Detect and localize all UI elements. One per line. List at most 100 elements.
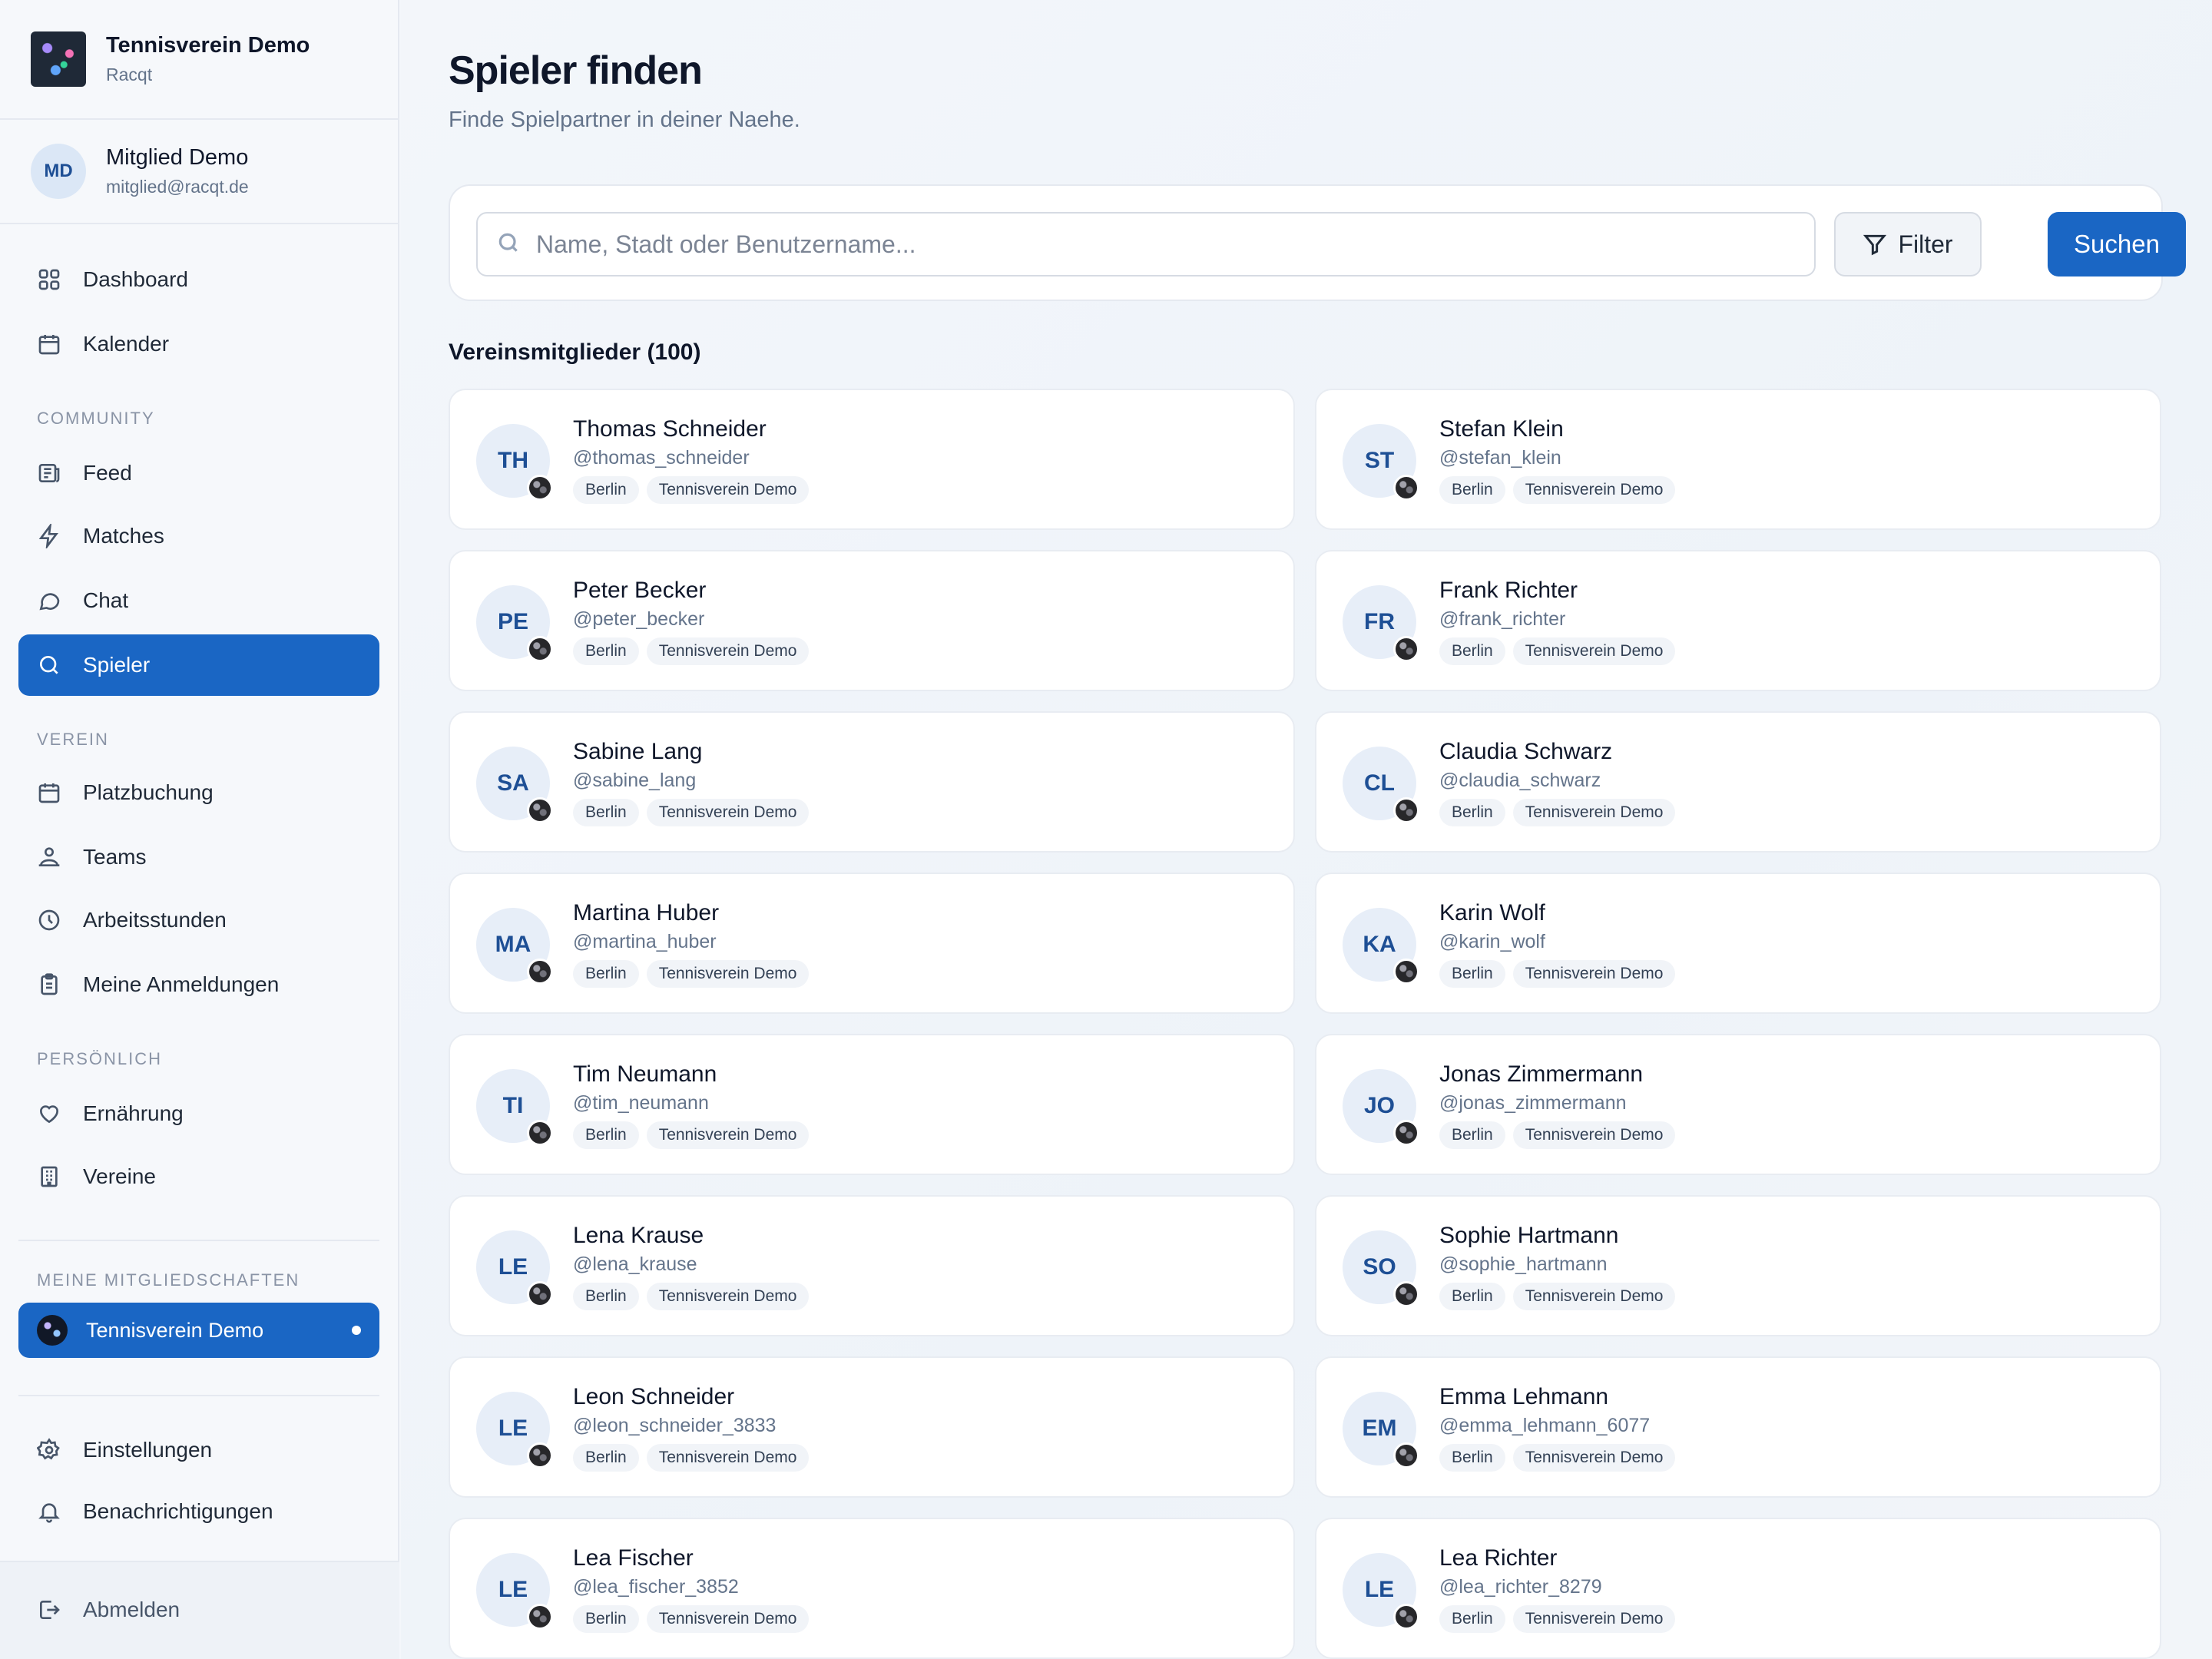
sidebar-item-anmeldungen[interactable]: Meine Anmeldungen (18, 954, 379, 1015)
club-name: Tennisverein Demo (106, 33, 310, 58)
player-name: Jonas Zimmermann (1439, 1061, 1644, 1087)
player-tags: Berlin Tennisverein Demo (573, 1605, 810, 1633)
sidebar-item-benachrichtigungen[interactable]: Benachrichtigungen (18, 1481, 379, 1542)
player-card[interactable]: LE Lea Richter @lea_richter_8279 Berlin Tenn… (1315, 1518, 2161, 1659)
sidebar-divider (18, 1395, 379, 1396)
player-card[interactable]: LE Lena Krause @lena_krause Berlin Tennisver… (449, 1195, 1295, 1336)
player-name: Tim Neumann (573, 1061, 717, 1087)
player-card[interactable]: TI Tim Neumann @tim_neumann Berlin Tennisver… (449, 1034, 1295, 1175)
search-field[interactable] (476, 212, 1816, 276)
sidebar-item-kalender[interactable]: Kalender (18, 313, 379, 375)
sidebar-item-platzbuchung[interactable]: Platzbuchung (18, 762, 379, 823)
player-card[interactable]: PE Peter Becker @peter_becker Berlin Tennisv… (449, 550, 1295, 691)
city-tag: Berlin (1439, 476, 1505, 504)
city-tag: Berlin (573, 960, 639, 988)
player-tags: Berlin Tennisverein Demo (1439, 960, 1676, 988)
user-profile[interactable]: MD Mitglied Demo mitglied@racqt.de (0, 120, 398, 224)
sidebar-item-label: Platzbuchung (83, 780, 214, 804)
club-tag: Tennisverein Demo (646, 799, 810, 826)
player-card[interactable]: TH Thomas Schneider @thomas_schneider Berli… (449, 389, 1295, 530)
club-badge-icon (1393, 636, 1419, 662)
search-icon (37, 653, 61, 677)
chat-bubble-icon (37, 588, 61, 613)
city-tag: Berlin (1439, 799, 1505, 826)
app-brand: Racqt (106, 65, 153, 84)
sidebar-item-label: Matches (83, 524, 164, 548)
sidebar-item-label: Teams (83, 845, 147, 869)
player-card[interactable]: ST Stefan Klein @stefan_klein Berlin Tennisv… (1315, 389, 2161, 530)
sidebar-item-teams[interactable]: Teams (18, 826, 379, 888)
user-email: mitglied@racqt.de (106, 177, 249, 197)
player-tags: Berlin Tennisverein Demo (573, 476, 810, 504)
filter-button[interactable]: Filter (1834, 212, 1982, 276)
clipboard-icon (37, 972, 61, 997)
sidebar-item-chat[interactable]: Chat (18, 570, 379, 631)
sidebar-item-einstellungen[interactable]: Einstellungen (18, 1419, 379, 1481)
player-tags: Berlin Tennisverein Demo (1439, 476, 1676, 504)
player-username: @jonas_zimmermann (1439, 1092, 1627, 1114)
club-tag: Tennisverein Demo (646, 1283, 810, 1310)
player-tags: Berlin Tennisverein Demo (1439, 799, 1676, 826)
sidebar-item-spieler[interactable]: Spieler (18, 634, 379, 696)
section-label-verein: VEREIN (37, 730, 109, 749)
city-tag: Berlin (1439, 1283, 1505, 1310)
player-card[interactable]: SA Sabine Lang @sabine_lang Berlin Tennisver… (449, 711, 1295, 853)
player-card[interactable]: JO Jonas Zimmermann @jonas_zimmermann Berli… (1315, 1034, 2161, 1175)
player-username: @peter_becker (573, 608, 705, 630)
player-card[interactable]: LE Leon Schneider @leon_schneider_3833 Berl… (449, 1356, 1295, 1498)
city-tag: Berlin (573, 1121, 639, 1149)
club-logo (37, 1315, 68, 1346)
player-card[interactable]: EM Emma Lehmann @emma_lehmann_6077 Berlin Te… (1315, 1356, 2161, 1498)
club-tag: Tennisverein Demo (1512, 799, 1676, 826)
player-username: @emma_lehmann_6077 (1439, 1415, 1651, 1436)
page-subtitle: Finde Spielpartner in deiner Naehe. (449, 108, 800, 132)
logout-button[interactable]: Abmelden (18, 1579, 379, 1641)
player-tags: Berlin Tennisverein Demo (1439, 1283, 1676, 1310)
search-input[interactable] (536, 230, 1765, 259)
sidebar-item-dashboard[interactable]: Dashboard (18, 249, 379, 310)
club-badge-icon (1393, 1442, 1419, 1469)
club-badge-icon (527, 475, 553, 501)
player-card[interactable]: CL Claudia Schwarz @claudia_schwarz Berlin T… (1315, 711, 2161, 853)
player-tags: Berlin Tennisverein Demo (1439, 637, 1676, 665)
logout-icon (37, 1598, 61, 1622)
player-name: Sabine Lang (573, 739, 703, 764)
sidebar-item-label: Feed (83, 461, 132, 485)
player-card[interactable]: SO Sophie Hartmann @sophie_hartmann Berlin T… (1315, 1195, 2161, 1336)
club-tag: Tennisverein Demo (1512, 1605, 1676, 1633)
club-tag: Tennisverein Demo (646, 1121, 810, 1149)
city-tag: Berlin (573, 637, 639, 665)
membership-item-tennisverein[interactable]: Tennisverein Demo (18, 1303, 379, 1358)
sidebar-item-arbeitsstunden[interactable]: Arbeitsstunden (18, 889, 379, 951)
sidebar-item-vereine[interactable]: Vereine (18, 1146, 379, 1207)
club-badge-icon (527, 797, 553, 823)
player-card[interactable]: FR Frank Richter @frank_richter Berlin Tenni… (1315, 550, 2161, 691)
player-username: @claudia_schwarz (1439, 770, 1601, 791)
player-name: Leon Schneider (573, 1384, 735, 1409)
sidebar-item-matches[interactable]: Matches (18, 505, 379, 567)
membership-label: Tennisverein Demo (86, 1318, 264, 1342)
club-badge-icon (527, 1442, 553, 1469)
player-tags: Berlin Tennisverein Demo (1439, 1121, 1676, 1149)
club-badge-icon (527, 959, 553, 985)
section-label-persoenlich: PERSÖNLICH (37, 1049, 163, 1068)
city-tag: Berlin (573, 1605, 639, 1633)
sidebar-item-ernaehrung[interactable]: Ernährung (18, 1083, 379, 1144)
sidebar-item-label: Vereine (83, 1164, 156, 1188)
club-header[interactable]: Tennisverein Demo Racqt (0, 0, 398, 120)
player-name: Karin Wolf (1439, 900, 1545, 926)
logout-label: Abmelden (83, 1598, 180, 1621)
sidebar-item-feed[interactable]: Feed (18, 442, 379, 504)
club-tag: Tennisverein Demo (1512, 1283, 1676, 1310)
player-card[interactable]: LE Lea Fischer @lea_fischer_3852 Berlin Tenn… (449, 1518, 1295, 1659)
search-button[interactable]: Suchen (2048, 212, 2186, 276)
player-tags: Berlin Tennisverein Demo (1439, 1444, 1676, 1472)
player-tags: Berlin Tennisverein Demo (1439, 1605, 1676, 1633)
club-badge-icon (1393, 1120, 1419, 1146)
sidebar-item-label: Spieler (83, 653, 151, 677)
player-card[interactable]: MA Martina Huber @martina_huber Berlin Tenni… (449, 873, 1295, 1014)
player-card[interactable]: KA Karin Wolf @karin_wolf Berlin Tennisverei… (1315, 873, 2161, 1014)
club-logo (31, 31, 86, 87)
page-title: Spieler finden (449, 48, 703, 93)
city-tag: Berlin (1439, 1444, 1505, 1472)
